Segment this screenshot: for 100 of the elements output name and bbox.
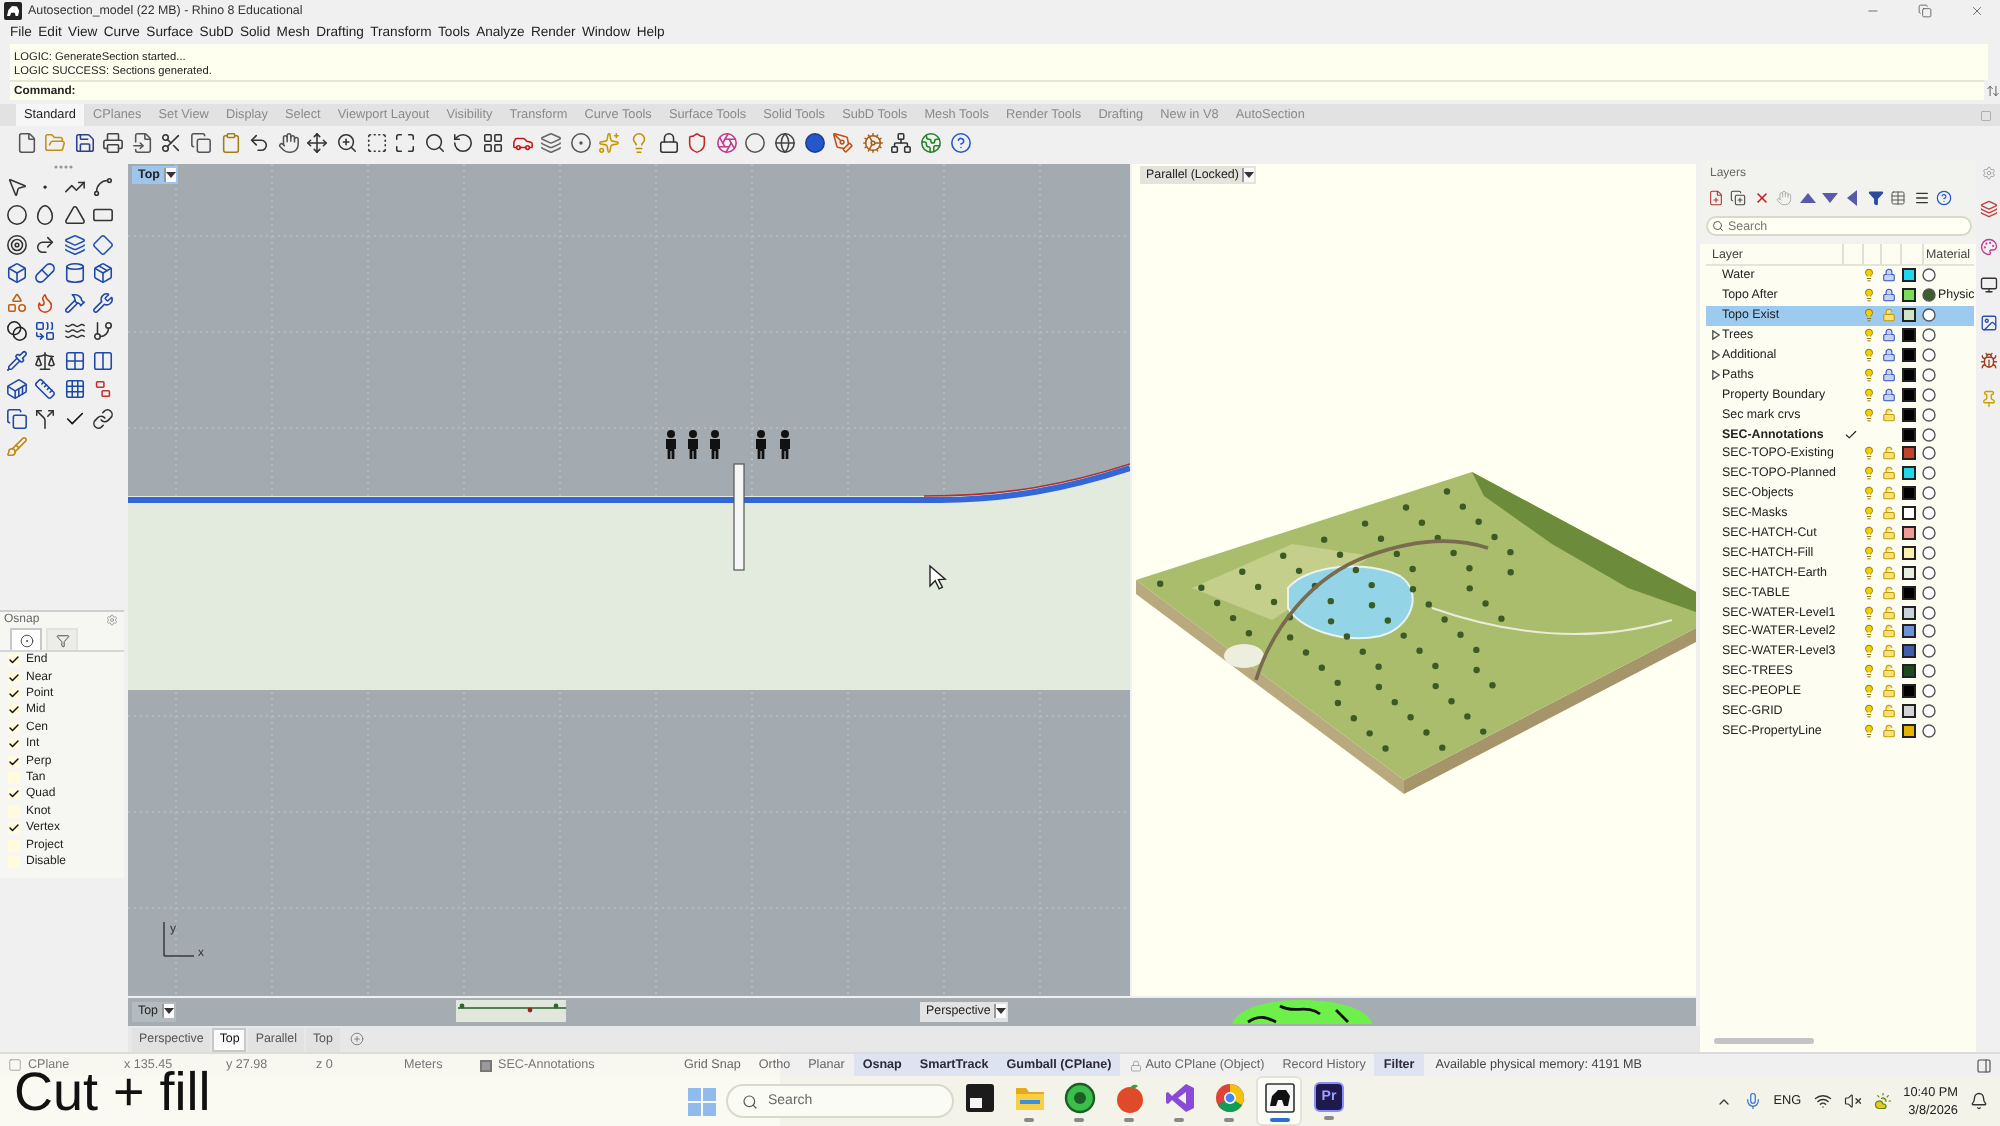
pen-icon[interactable] — [832, 132, 855, 154]
checkbox[interactable] — [8, 788, 20, 801]
target-icon[interactable] — [5, 233, 28, 256]
color-swatch-icon[interactable] — [1902, 308, 1916, 323]
open-lock-icon[interactable] — [1881, 704, 1895, 719]
layers-icon[interactable] — [540, 132, 563, 154]
osnap-tab[interactable] — [46, 628, 78, 650]
shield-icon[interactable] — [686, 132, 709, 154]
checkbox[interactable] — [8, 688, 20, 701]
color-swatch-icon[interactable] — [1902, 348, 1916, 362]
material-circle-icon[interactable] — [1921, 526, 1935, 541]
material-circle-icon[interactable] — [1921, 446, 1935, 461]
lock-icon[interactable] — [657, 132, 680, 154]
lightbulb-icon[interactable] — [1862, 605, 1876, 620]
checkbox[interactable] — [8, 822, 20, 835]
down-triangle-icon[interactable] — [1821, 190, 1838, 206]
material-circle-icon[interactable] — [1921, 288, 1935, 303]
checkbox[interactable] — [8, 704, 20, 717]
container-icon[interactable] — [5, 378, 28, 401]
checkbox[interactable] — [8, 738, 20, 751]
material-circle-icon[interactable] — [1921, 585, 1935, 600]
arc-arrow-icon[interactable] — [34, 233, 57, 256]
open-lock-icon[interactable] — [1881, 684, 1895, 699]
checkbox[interactable] — [8, 755, 20, 768]
material-circle-icon[interactable] — [1921, 486, 1935, 501]
corner-brackets-icon[interactable] — [394, 132, 417, 154]
lock-icon[interactable] — [1881, 387, 1895, 402]
color-swatch-icon[interactable] — [1902, 684, 1916, 699]
up-down-arrows-icon[interactable] — [1986, 83, 2000, 97]
copy-icon[interactable] — [190, 132, 213, 154]
lock-icon[interactable] — [1881, 328, 1895, 343]
circle-icon[interactable] — [5, 204, 28, 227]
plus-circle-icon[interactable] — [349, 1032, 364, 1046]
up-triangle-icon[interactable] — [1799, 190, 1816, 206]
circular-arrow-icon[interactable] — [452, 132, 475, 154]
color-swatch-icon[interactable] — [1902, 723, 1916, 738]
open-lock-icon[interactable] — [1881, 407, 1895, 422]
lightbulb-icon[interactable] — [1862, 387, 1876, 402]
material-circle-icon[interactable] — [1921, 466, 1935, 481]
lightbulb-icon[interactable] — [1862, 704, 1876, 719]
open-lock-icon[interactable] — [1881, 565, 1895, 580]
material-circle-icon[interactable] — [1921, 268, 1935, 283]
lock-icon[interactable] — [1881, 288, 1895, 303]
open-lock-icon[interactable] — [1881, 526, 1895, 541]
material-circle-icon[interactable] — [1921, 308, 1935, 323]
color-swatch-icon[interactable] — [1902, 624, 1916, 639]
aperture-icon[interactable] — [715, 132, 738, 154]
lightbulb-icon[interactable] — [1862, 288, 1876, 303]
table-icon[interactable] — [1890, 190, 1907, 206]
taskbar-button[interactable] — [1256, 1076, 1302, 1126]
material-circle-icon[interactable] — [1921, 387, 1935, 402]
color-swatch-icon[interactable] — [1902, 704, 1916, 719]
lightbulb-icon[interactable] — [1862, 506, 1876, 521]
color-swatch-icon[interactable] — [1902, 526, 1916, 541]
image-icon[interactable] — [1979, 314, 1997, 332]
open-lock-icon[interactable] — [1881, 585, 1895, 600]
four-way-arrows-icon[interactable] — [306, 132, 329, 154]
ball-icon[interactable] — [803, 132, 826, 154]
triangle-icon[interactable] — [63, 204, 86, 227]
open-lock-icon[interactable] — [1881, 624, 1895, 639]
lightbulb-icon[interactable] — [1862, 624, 1876, 639]
pointer-icon[interactable] — [5, 175, 28, 198]
material-circle-icon[interactable] — [1921, 348, 1935, 362]
color-swatch-icon[interactable] — [1902, 407, 1916, 422]
lock-icon[interactable] — [1881, 348, 1895, 362]
open-lock-icon[interactable] — [1881, 545, 1895, 560]
color-swatch-icon[interactable] — [1902, 328, 1916, 343]
material-circle-icon[interactable] — [1921, 704, 1935, 719]
ruler-icon[interactable] — [34, 378, 57, 401]
cog-icon[interactable] — [861, 132, 884, 154]
left-triangle-icon[interactable] — [1844, 190, 1861, 206]
monitor-icon[interactable] — [1979, 276, 1997, 294]
lightbulb-icon[interactable] — [1862, 348, 1876, 362]
right-triangle-icon[interactable] — [1712, 330, 1720, 341]
material-circle-icon[interactable] — [1921, 545, 1935, 560]
material-circle-icon[interactable] — [1921, 723, 1935, 738]
color-swatch-icon[interactable] — [1902, 466, 1916, 481]
diamond-icon[interactable] — [92, 233, 115, 256]
lightbulb-icon[interactable] — [1862, 268, 1876, 283]
color-swatch-icon[interactable] — [1902, 545, 1916, 560]
check-icon[interactable] — [63, 407, 86, 430]
color-swatch-icon[interactable] — [1902, 644, 1916, 659]
bell-icon[interactable] — [1970, 1092, 1988, 1110]
color-swatch-icon[interactable] — [1902, 288, 1916, 303]
grip-icon[interactable] — [54, 163, 74, 169]
lightbulb-icon[interactable] — [1862, 585, 1876, 600]
material-circle-icon[interactable] — [1921, 367, 1935, 382]
question-mark-icon[interactable] — [1935, 190, 1952, 206]
palette-icon[interactable] — [1979, 238, 1997, 256]
horizontal-scrollbar[interactable] — [1714, 1037, 1814, 1043]
lightbulb-icon[interactable] — [1862, 565, 1876, 580]
color-swatch-icon[interactable] — [1902, 427, 1916, 442]
columns-icon[interactable] — [92, 349, 115, 372]
branch-icon[interactable] — [92, 320, 115, 343]
grid-icon[interactable] — [63, 378, 86, 401]
globe-icon[interactable] — [773, 132, 796, 154]
cube-icon[interactable] — [5, 262, 28, 285]
lock-icon[interactable] — [1881, 367, 1895, 382]
cloud-sun-icon[interactable] — [1873, 1092, 1892, 1110]
hammer-icon[interactable] — [63, 291, 86, 314]
